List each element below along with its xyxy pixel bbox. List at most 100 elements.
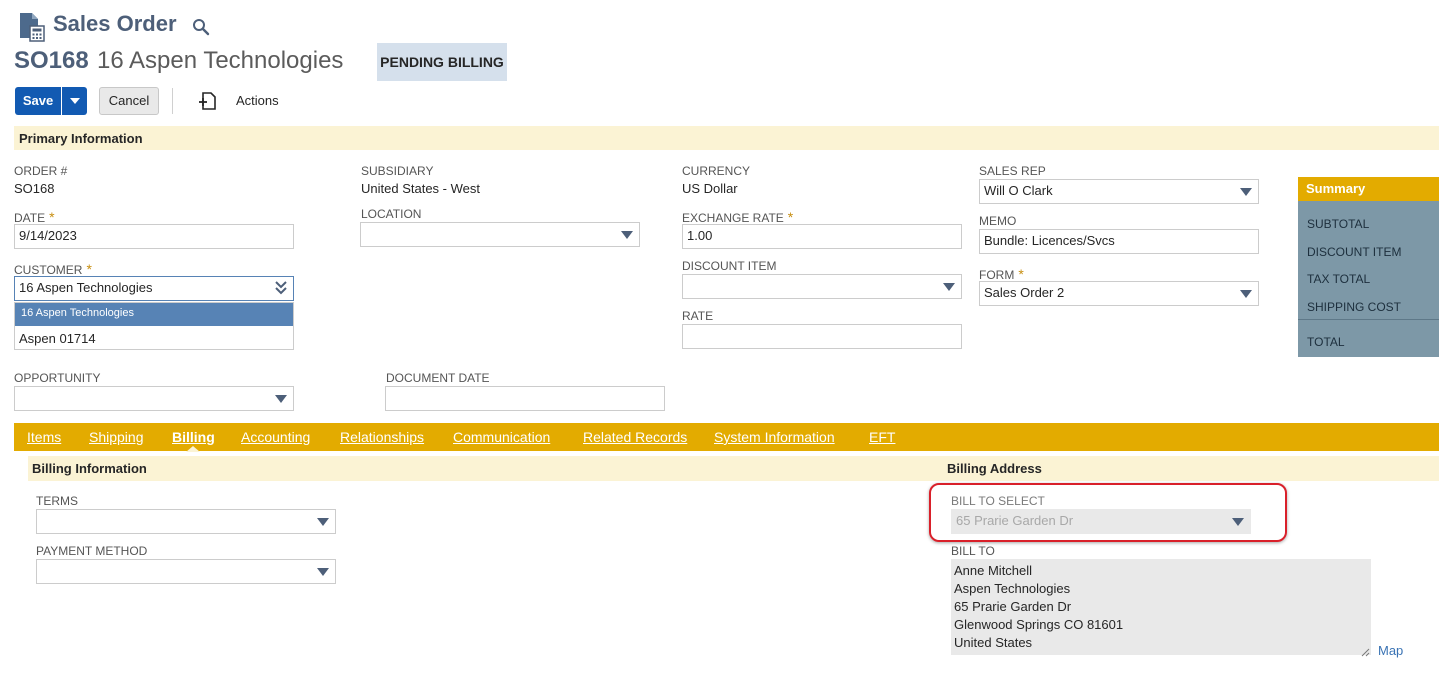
opportunity-select[interactable] (14, 386, 294, 411)
search-icon[interactable] (192, 18, 210, 36)
record-name: 16 Aspen Technologies (97, 47, 344, 74)
caret-down-icon (1240, 188, 1252, 196)
payment-method-label: PAYMENT METHOD (36, 544, 148, 558)
customer-dropdown-list: 16 Aspen Technologies Aspen 01714 (14, 302, 294, 350)
caret-down-icon (943, 283, 955, 291)
active-tab-indicator (186, 446, 200, 452)
customer-option[interactable]: Aspen 01714 (15, 331, 100, 346)
currency-label: CURRENCY (682, 164, 751, 178)
subsidiary-value: United States - West (361, 181, 480, 196)
tab-billing[interactable]: Billing (172, 429, 215, 445)
primary-section-label: Primary Information (19, 131, 143, 146)
discount-item-label: DISCOUNT ITEM (682, 259, 777, 273)
summary-divider (1298, 319, 1439, 320)
memo-label: MEMO (979, 214, 1017, 228)
tab-eft[interactable]: EFT (869, 429, 895, 445)
customer-label: CUSTOMER * (14, 261, 92, 277)
tab-shipping[interactable]: Shipping (89, 429, 144, 445)
add-document-icon[interactable] (198, 91, 218, 111)
save-button[interactable]: Save (15, 87, 61, 115)
summary-title: Summary (1298, 177, 1439, 201)
date-label: DATE * (14, 209, 55, 225)
form-label-text: FORM (979, 268, 1015, 282)
required-marker: * (787, 209, 794, 225)
bill-to-line: Anne Mitchell (954, 563, 1033, 578)
customer-field[interactable]: 16 Aspen Technologies (14, 276, 294, 301)
caret-down-icon (275, 395, 287, 403)
terms-label: TERMS (36, 494, 78, 508)
payment-method-select[interactable] (36, 559, 336, 584)
date-label-text: DATE (14, 211, 46, 225)
order-number-label: ORDER # (14, 164, 68, 178)
summary-row-subtotal: SUBTOTAL (1307, 217, 1370, 231)
customer-label-text: CUSTOMER (14, 263, 83, 277)
status-badge: PENDING BILLING (377, 43, 507, 81)
bill-to-label: BILL TO (951, 544, 995, 558)
exchange-rate-field[interactable]: 1.00 (682, 224, 962, 249)
double-chevron-down-icon[interactable] (275, 281, 287, 295)
form-value: Sales Order 2 (984, 285, 1065, 300)
customer-option-selected[interactable]: 16 Aspen Technologies (15, 303, 293, 326)
document-date-field[interactable] (385, 386, 665, 411)
terms-select[interactable] (36, 509, 336, 534)
memo-field[interactable]: Bundle: Licences/Svcs (979, 229, 1259, 254)
form-label: FORM * (979, 266, 1024, 282)
tab-related-records[interactable]: Related Records (583, 429, 687, 445)
bill-to-textarea[interactable]: Anne Mitchell Aspen Technologies 65 Prar… (951, 559, 1371, 655)
billing-section-header (28, 456, 1439, 481)
summary-row-discount-item: DISCOUNT ITEM (1307, 245, 1402, 259)
document-date-label: DOCUMENT DATE (386, 371, 490, 385)
date-field[interactable]: 9/14/2023 (14, 224, 294, 249)
rate-label: RATE (682, 309, 714, 323)
exchange-rate-label: EXCHANGE RATE * (682, 209, 793, 225)
bill-to-line: 65 Prarie Garden Dr (954, 599, 1072, 614)
billing-information-label: Billing Information (32, 461, 147, 476)
rate-field[interactable] (682, 324, 962, 349)
save-menu-button[interactable] (62, 87, 87, 115)
caret-down-icon (317, 518, 329, 526)
subtab-bar: Items Shipping Billing Accounting Relati… (14, 423, 1439, 451)
record-number: SO168 (14, 47, 89, 74)
tab-relationships[interactable]: Relationships (340, 429, 424, 445)
resize-grip-icon[interactable] (1360, 644, 1370, 657)
currency-value: US Dollar (682, 181, 738, 196)
caret-down-icon (621, 231, 633, 239)
map-link[interactable]: Map (1378, 643, 1403, 658)
order-number-value: SO168 (14, 181, 55, 196)
memo-value: Bundle: Licences/Svcs (984, 233, 1115, 248)
location-label: LOCATION (361, 207, 422, 221)
cancel-button[interactable]: Cancel (99, 87, 159, 115)
caret-down-icon (70, 98, 80, 104)
required-marker: * (1018, 266, 1024, 282)
actions-menu[interactable]: Actions (236, 93, 279, 108)
tab-communication[interactable]: Communication (453, 429, 550, 445)
summary-row-shipping-cost: SHIPPING COST (1307, 300, 1402, 314)
subsidiary-label: SUBSIDIARY (361, 164, 434, 178)
tab-accounting[interactable]: Accounting (241, 429, 310, 445)
opportunity-label: OPPORTUNITY (14, 371, 101, 385)
form-select[interactable]: Sales Order 2 (979, 281, 1259, 306)
sales-rep-select[interactable]: Will O Clark (979, 179, 1259, 204)
discount-item-select[interactable] (682, 274, 962, 299)
sales-rep-label: SALES REP (979, 164, 1046, 178)
exchange-rate-value: 1.00 (687, 228, 713, 243)
bill-to-line: Glenwood Springs CO 81601 (954, 617, 1124, 632)
tab-items[interactable]: Items (27, 429, 61, 445)
annotation-highlight-box (929, 483, 1287, 542)
primary-section-header[interactable] (14, 126, 1439, 150)
required-marker: * (49, 209, 55, 225)
bill-to-line: Aspen Technologies (954, 581, 1071, 596)
location-select[interactable] (360, 222, 640, 247)
exchange-rate-label-text: EXCHANGE RATE (682, 211, 784, 225)
customer-field-value: 16 Aspen Technologies (19, 280, 153, 295)
caret-down-icon (1240, 290, 1252, 298)
date-field-value: 9/14/2023 (19, 228, 77, 243)
summary-panel: Summary SUBTOTAL DISCOUNT ITEM TAX TOTAL… (1298, 177, 1439, 357)
summary-row-tax-total: TAX TOTAL (1307, 272, 1371, 286)
summary-row-total: TOTAL (1307, 335, 1345, 349)
required-marker: * (86, 261, 92, 277)
page-title: Sales Order (53, 11, 177, 36)
caret-down-icon (317, 568, 329, 576)
tab-system-information[interactable]: System Information (714, 429, 835, 445)
bill-to-line: United States (954, 635, 1033, 650)
